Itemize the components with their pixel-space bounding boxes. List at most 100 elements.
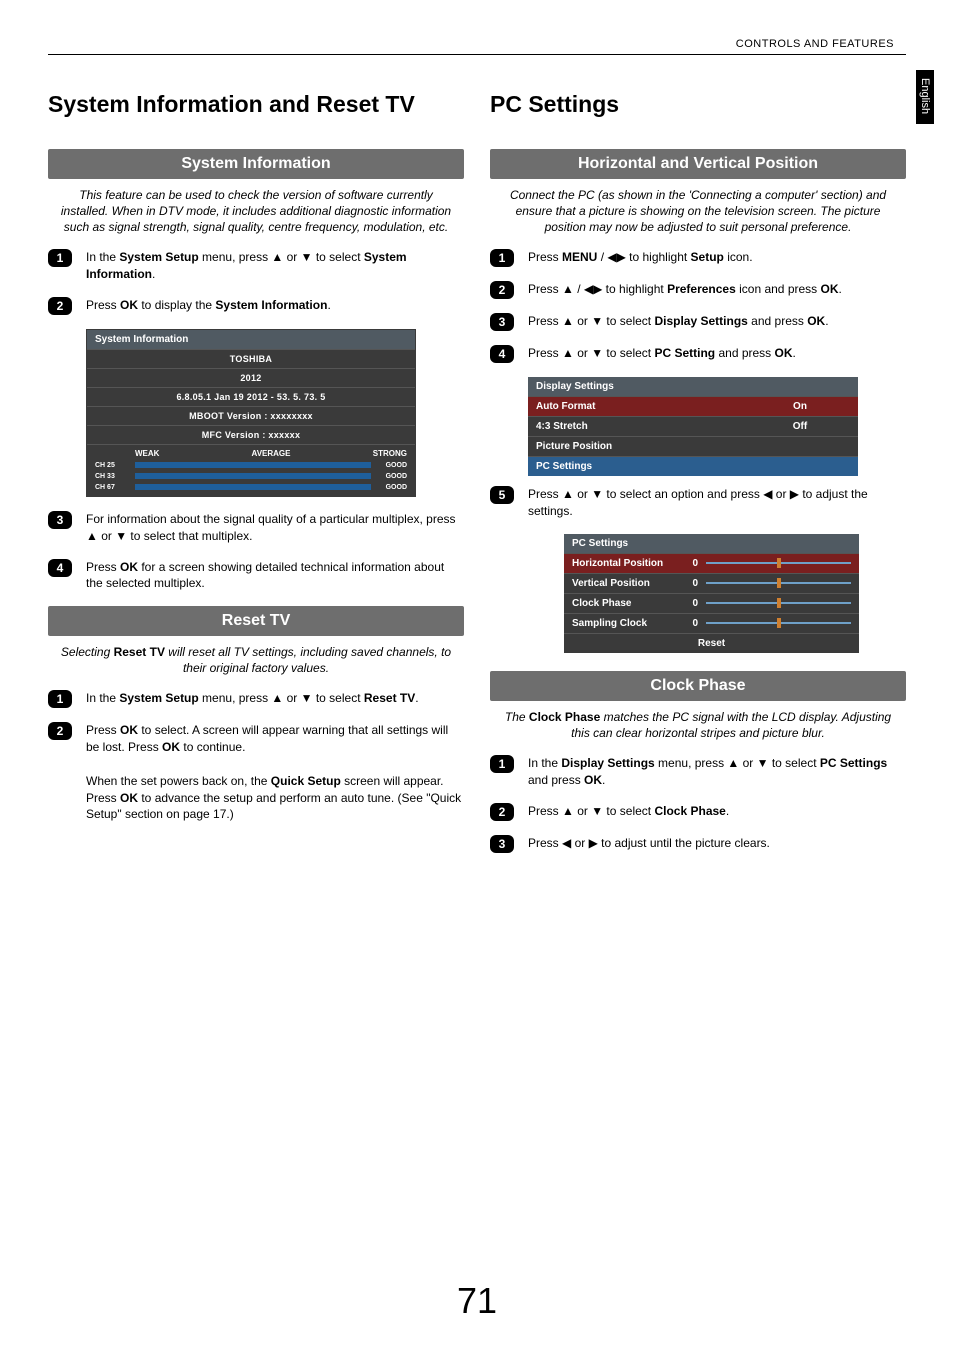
section-clock-phase: Clock Phase (490, 671, 906, 701)
language-tab: English (916, 70, 934, 124)
step-body: Press OK to display the System Informati… (86, 297, 464, 315)
text: PC Setting (654, 346, 715, 360)
step-number: 1 (48, 249, 72, 267)
step-number: 3 (48, 511, 72, 529)
text: Reset TV (114, 645, 165, 659)
step-number: 5 (490, 486, 514, 504)
step-body: Press OK for a screen showing detailed t… (86, 559, 464, 593)
text: OK (775, 346, 793, 360)
step-body: Press MENU / ◀▶ to highlight Setup icon. (528, 249, 906, 267)
slider-row: Vertical Position 0 (564, 573, 859, 593)
step-number: 1 (490, 249, 514, 267)
text: Press (86, 723, 120, 737)
text: Reset TV (364, 691, 415, 705)
slider-value: 0 (684, 558, 698, 569)
text: will reset all TV settings, including sa… (165, 645, 451, 675)
text: to display the (138, 298, 215, 312)
row-label: 4:3 Stretch (536, 421, 750, 432)
step: 2 Press ▲ or ▼ to select Clock Phase. (490, 803, 906, 821)
text: icon and press (736, 282, 821, 296)
step-body: Press OK to select. A screen will appear… (86, 722, 464, 823)
text: OK (120, 723, 138, 737)
text: OK (120, 791, 138, 805)
slider-track (706, 602, 851, 604)
text: . (327, 298, 330, 312)
slider-track (706, 562, 851, 564)
step-body: Press ▲ or ▼ to select an option and pre… (528, 486, 906, 520)
text: Press (86, 298, 120, 312)
display-settings-panel: Display Settings Auto Format On 4:3 Stre… (528, 377, 858, 476)
step-body: In the Display Settings menu, press ▲ or… (528, 755, 906, 789)
text: Selecting (61, 645, 114, 659)
text: In the (86, 250, 119, 264)
text: PC Settings (820, 756, 887, 770)
slider-row: Sampling Clock 0 (564, 613, 859, 633)
text: Press (86, 560, 120, 574)
text: / ◀▶ to highlight (597, 250, 690, 264)
signal-status: GOOD (377, 462, 407, 469)
row-value: Off (750, 421, 850, 432)
step-body: Press ▲ / ◀▶ to highlight Preferences ic… (528, 281, 906, 299)
step-number: 2 (48, 722, 72, 740)
panel-row: 2012 (87, 368, 415, 387)
text: System Setup (119, 250, 198, 264)
slider-value: 0 (684, 578, 698, 589)
step-body: In the System Setup menu, press ▲ or ▼ t… (86, 249, 464, 283)
step-number: 1 (490, 755, 514, 773)
channel-label: CH 67 (95, 484, 129, 491)
content-columns: System Information and Reset TV System I… (0, 0, 954, 867)
text: . (152, 267, 155, 281)
quality-weak-label: WEAK (135, 449, 226, 458)
text: OK (162, 740, 180, 754)
step-body: Press ▲ or ▼ to select PC Setting and pr… (528, 345, 906, 363)
quality-channel-row: CH 33 GOOD (87, 471, 415, 482)
text: Press ▲ or ▼ to select (528, 314, 654, 328)
text: . (793, 346, 796, 360)
reset-row: Reset (564, 633, 859, 653)
text: to select. A screen will appear warning … (86, 723, 448, 754)
signal-bar (135, 484, 371, 490)
text: In the (528, 756, 561, 770)
section-system-information: System Information (48, 149, 464, 179)
channel-label: CH 33 (95, 473, 129, 480)
row-label: Picture Position (536, 441, 750, 452)
step: 2 Press ▲ / ◀▶ to highlight Preferences … (490, 281, 906, 299)
step: 3 Press ▲ or ▼ to select Display Setting… (490, 313, 906, 331)
pc-settings-panel: PC Settings Horizontal Position 0 Vertic… (564, 534, 859, 653)
step: 3 For information about the signal quali… (48, 511, 464, 545)
text: System Setup (119, 691, 198, 705)
slider-track (706, 622, 851, 624)
text: MENU (562, 250, 597, 264)
quality-strong-label: STRONG (316, 449, 407, 458)
step-body: Press ▲ or ▼ to select Display Settings … (528, 313, 906, 331)
right-title: PC Settings (490, 90, 906, 119)
panel-row: PC Settings (528, 456, 858, 476)
quality-channel-row: CH 67 GOOD (87, 482, 415, 496)
step: 2 Press OK to display the System Informa… (48, 297, 464, 315)
slider-label: Sampling Clock (572, 618, 676, 629)
text: Clock Phase (529, 710, 600, 724)
panel-row: 4:3 Stretch Off (528, 416, 858, 436)
quality-header: WEAK AVERAGE STRONG (87, 444, 415, 460)
text: OK (584, 773, 602, 787)
slider-label: Vertical Position (572, 578, 676, 589)
text: menu, press ▲ or ▼ to select (199, 691, 364, 705)
row-value (750, 441, 850, 452)
section-hv-position: Horizontal and Vertical Position (490, 149, 906, 179)
text: menu, press ▲ or ▼ to select (199, 250, 364, 264)
quality-channel-row: CH 25 GOOD (87, 460, 415, 471)
step: 1 In the Display Settings menu, press ▲ … (490, 755, 906, 789)
text: OK (120, 298, 138, 312)
text: . (839, 282, 842, 296)
panel-row: Picture Position (528, 436, 858, 456)
slider-label: Clock Phase (572, 598, 676, 609)
text: matches the PC signal with the LCD displ… (571, 710, 891, 740)
row-label: Auto Format (536, 401, 750, 412)
quality-average-label: AVERAGE (226, 449, 317, 458)
left-column: System Information and Reset TV System I… (48, 90, 464, 867)
step: 4 Press OK for a screen showing detailed… (48, 559, 464, 593)
text: In the (86, 691, 119, 705)
panel-title: Display Settings (528, 377, 858, 396)
step-number: 3 (490, 313, 514, 331)
step: 1 Press MENU / ◀▶ to highlight Setup ico… (490, 249, 906, 267)
